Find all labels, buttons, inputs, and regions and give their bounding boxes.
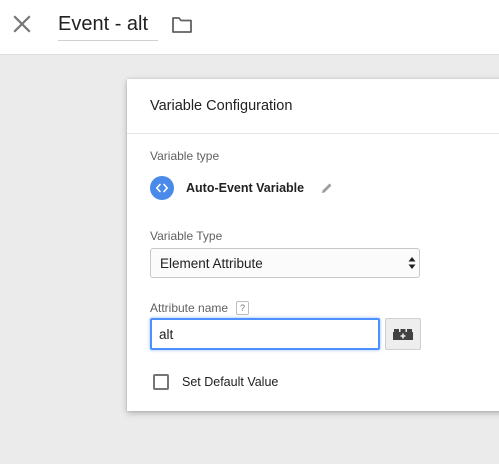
top-bar: Event - alt bbox=[0, 0, 499, 55]
select-arrows-icon bbox=[408, 257, 416, 269]
close-button[interactable] bbox=[11, 13, 33, 35]
variable-type-select[interactable]: Element Attribute bbox=[150, 248, 420, 278]
variable-type-selector[interactable]: Auto-Event Variable bbox=[150, 176, 334, 200]
folder-icon bbox=[172, 17, 192, 33]
attribute-name-label: Attribute name bbox=[150, 301, 229, 315]
attribute-name-input[interactable] bbox=[150, 318, 380, 350]
select-value: Element Attribute bbox=[160, 256, 263, 271]
pencil-icon[interactable] bbox=[320, 181, 334, 195]
attribute-name-label-row: Attribute name ? bbox=[150, 301, 250, 315]
card-header: Variable Configuration bbox=[127, 79, 499, 134]
variable-type-select-label: Variable Type bbox=[150, 229, 223, 243]
tag-title[interactable]: Event - alt bbox=[58, 10, 158, 38]
set-default-value-row[interactable]: Set Default Value bbox=[153, 374, 278, 390]
folder-button[interactable] bbox=[171, 15, 193, 35]
set-default-value-checkbox[interactable] bbox=[153, 374, 169, 390]
close-icon bbox=[13, 15, 31, 33]
lego-brick-icon bbox=[393, 329, 413, 340]
variable-configuration-card: Variable Configuration Variable type Aut… bbox=[127, 79, 499, 411]
insert-variable-button[interactable] bbox=[385, 318, 421, 350]
set-default-value-label: Set Default Value bbox=[182, 375, 279, 389]
code-icon bbox=[150, 176, 174, 200]
variable-type-label: Variable type bbox=[150, 149, 220, 163]
card-title: Variable Configuration bbox=[150, 98, 293, 114]
variable-type-name: Auto-Event Variable bbox=[186, 181, 305, 195]
title-field[interactable]: Event - alt bbox=[58, 10, 158, 41]
help-icon[interactable]: ? bbox=[236, 301, 250, 315]
